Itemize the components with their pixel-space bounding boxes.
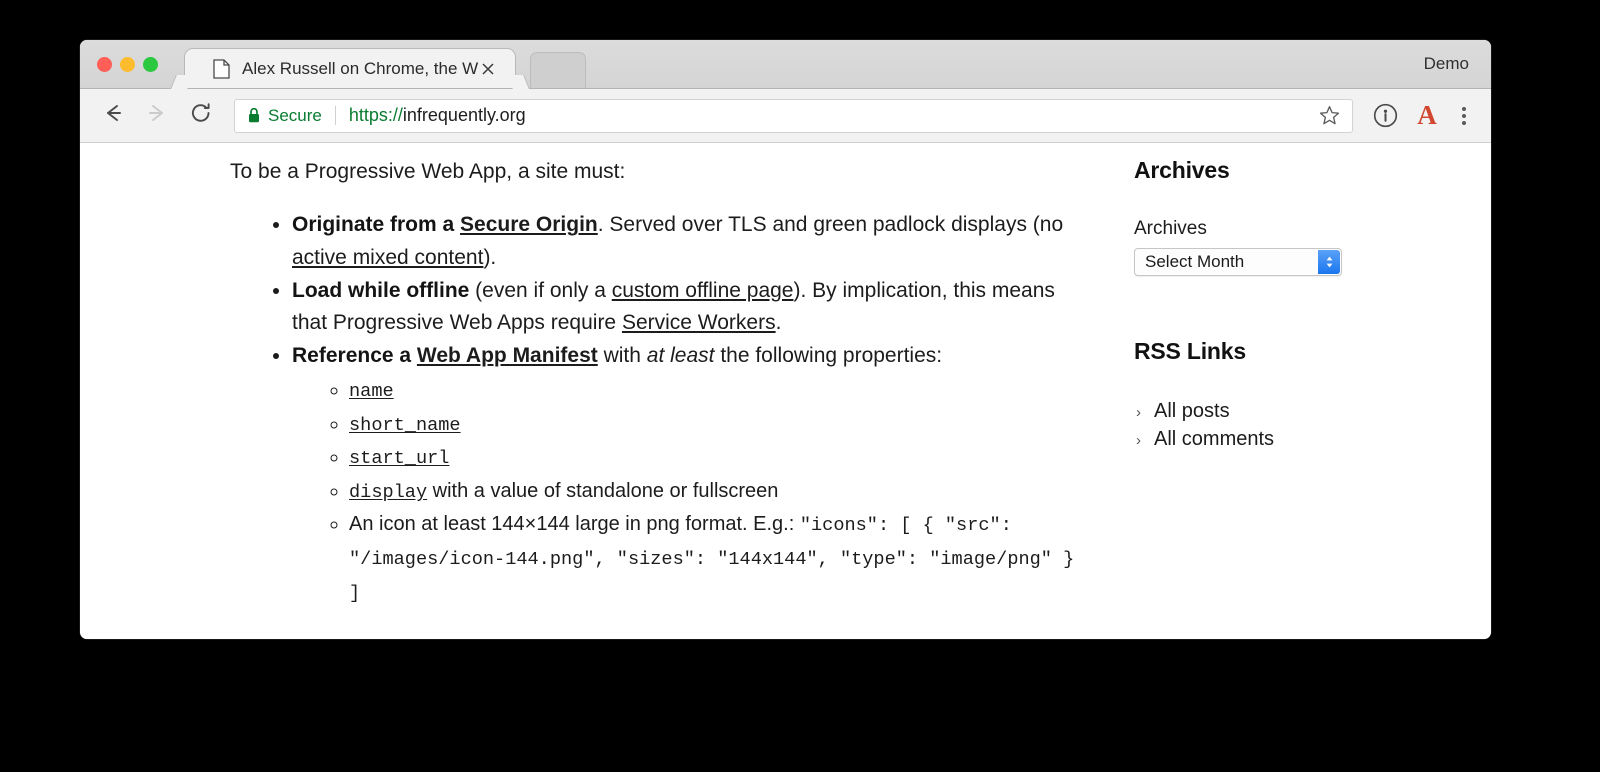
rss-link-item[interactable]: › All posts bbox=[1136, 397, 1445, 425]
back-button[interactable] bbox=[96, 99, 130, 133]
chevron-up-down-icon[interactable] bbox=[1318, 250, 1340, 274]
manifest-property-start-url: start_url bbox=[349, 441, 1085, 475]
forward-button bbox=[140, 99, 174, 133]
secure-origin-link[interactable]: Secure Origin bbox=[460, 213, 598, 236]
letter-a-icon[interactable]: A bbox=[1409, 98, 1445, 134]
menu-dot bbox=[1462, 107, 1466, 111]
requirement-text-tail: the following properties: bbox=[714, 344, 942, 367]
page-viewport: To be a Progressive Web App, a site must… bbox=[80, 143, 1491, 639]
requirement-item-manifest: Reference a Web App Manifest with at lea… bbox=[292, 340, 1085, 609]
tab-strip: Alex Russell on Chrome, the W Demo bbox=[80, 40, 1491, 89]
service-workers-link[interactable]: Service Workers bbox=[622, 311, 776, 334]
manifest-property-tail: with a value of standalone or fullscreen bbox=[427, 480, 778, 502]
requirement-text: . Served over TLS and green padlock disp… bbox=[598, 213, 1063, 236]
back-arrow-icon bbox=[100, 100, 126, 131]
document-icon bbox=[213, 59, 230, 79]
manifest-property-link[interactable]: name bbox=[349, 381, 394, 402]
archives-heading: Archives bbox=[1134, 157, 1445, 184]
browser-toolbar: Secure https://infrequently.org A bbox=[80, 89, 1491, 143]
icon-note-text: An icon at least 144×144 large in png fo… bbox=[349, 513, 800, 535]
sidebar: Archives Archives Select Month RSS Links… bbox=[1085, 157, 1445, 610]
manifest-property-name: name bbox=[349, 374, 1085, 408]
url-scheme: https:// bbox=[349, 105, 403, 125]
requirement-text-tail: ). bbox=[483, 246, 496, 269]
maximize-window-button[interactable] bbox=[143, 57, 158, 72]
manifest-property-short-name: short_name bbox=[349, 408, 1085, 442]
onepassword-icon[interactable] bbox=[1367, 98, 1403, 134]
security-indicator[interactable]: Secure bbox=[247, 106, 322, 126]
rss-link-label: All comments bbox=[1154, 425, 1274, 453]
article-content: To be a Progressive Web App, a site must… bbox=[80, 157, 1085, 610]
rss-links-list: › All posts › All comments bbox=[1134, 397, 1445, 454]
manifest-property-link[interactable]: display bbox=[349, 482, 427, 503]
url-host: infrequently.org bbox=[403, 105, 526, 125]
profile-name-label[interactable]: Demo bbox=[1424, 54, 1469, 74]
requirement-emphasis: at least bbox=[647, 344, 715, 367]
tabs-container: Alex Russell on Chrome, the W bbox=[184, 40, 586, 88]
rss-links-heading: RSS Links bbox=[1134, 338, 1445, 365]
browser-window: Alex Russell on Chrome, the W Demo bbox=[80, 40, 1491, 639]
window-controls bbox=[97, 57, 158, 72]
forward-arrow-icon bbox=[144, 100, 170, 131]
requirement-text-tail: . bbox=[776, 311, 782, 334]
rss-link-label: All posts bbox=[1154, 397, 1230, 425]
archives-select-label: Archives bbox=[1134, 218, 1445, 240]
browser-tab-active[interactable]: Alex Russell on Chrome, the W bbox=[184, 48, 516, 88]
archives-month-select[interactable]: Select Month bbox=[1134, 248, 1342, 276]
requirement-lead: Load while offline bbox=[292, 279, 469, 302]
page-layout: To be a Progressive Web App, a site must… bbox=[80, 143, 1491, 610]
intro-paragraph: To be a Progressive Web App, a site must… bbox=[230, 157, 1085, 187]
tab-title: Alex Russell on Chrome, the W bbox=[242, 59, 504, 79]
rss-link-item[interactable]: › All comments bbox=[1136, 425, 1445, 453]
browser-tab-inactive[interactable] bbox=[530, 52, 586, 88]
requirement-item-secure-origin: Originate from a Secure Origin. Served o… bbox=[292, 209, 1085, 273]
chevron-right-icon: › bbox=[1136, 430, 1154, 451]
address-bar[interactable]: Secure https://infrequently.org bbox=[234, 99, 1353, 133]
manifest-property-display: display with a value of standalone or fu… bbox=[349, 475, 1085, 509]
web-app-manifest-link[interactable]: Web App Manifest bbox=[417, 344, 598, 367]
requirement-text: with bbox=[598, 344, 647, 367]
reload-icon bbox=[188, 100, 214, 131]
lock-icon bbox=[247, 107, 261, 124]
url-text[interactable]: https://infrequently.org bbox=[349, 105, 1316, 126]
manifest-property-icons: An icon at least 144×144 large in png fo… bbox=[349, 508, 1085, 609]
close-icon[interactable] bbox=[479, 60, 497, 78]
requirements-list: Originate from a Secure Origin. Served o… bbox=[230, 209, 1085, 609]
manifest-property-link[interactable]: short_name bbox=[349, 415, 461, 436]
requirement-text: (even if only a bbox=[469, 279, 611, 302]
star-icon[interactable] bbox=[1316, 103, 1342, 129]
custom-offline-page-link[interactable]: custom offline page bbox=[612, 279, 794, 302]
requirement-lead: Originate from a bbox=[292, 213, 460, 236]
manifest-property-link[interactable]: start_url bbox=[349, 448, 449, 469]
chevron-right-icon: › bbox=[1136, 402, 1154, 423]
minimize-window-button[interactable] bbox=[120, 57, 135, 72]
archives-select-value: Select Month bbox=[1135, 252, 1244, 272]
manifest-properties-list: name short_name start_url display with a… bbox=[292, 374, 1085, 609]
requirement-lead: Reference a bbox=[292, 344, 417, 367]
menu-dot bbox=[1462, 114, 1466, 118]
menu-dot bbox=[1462, 121, 1466, 125]
omnibox-divider bbox=[335, 106, 336, 125]
extension-glyph: A bbox=[1417, 102, 1437, 129]
reload-button[interactable] bbox=[184, 99, 218, 133]
security-label: Secure bbox=[268, 106, 322, 126]
three-dot-menu-icon[interactable] bbox=[1449, 98, 1479, 134]
close-window-button[interactable] bbox=[97, 57, 112, 72]
requirement-item-offline: Load while offline (even if only a custo… bbox=[292, 275, 1085, 339]
active-mixed-content-link[interactable]: active mixed content bbox=[292, 246, 483, 269]
